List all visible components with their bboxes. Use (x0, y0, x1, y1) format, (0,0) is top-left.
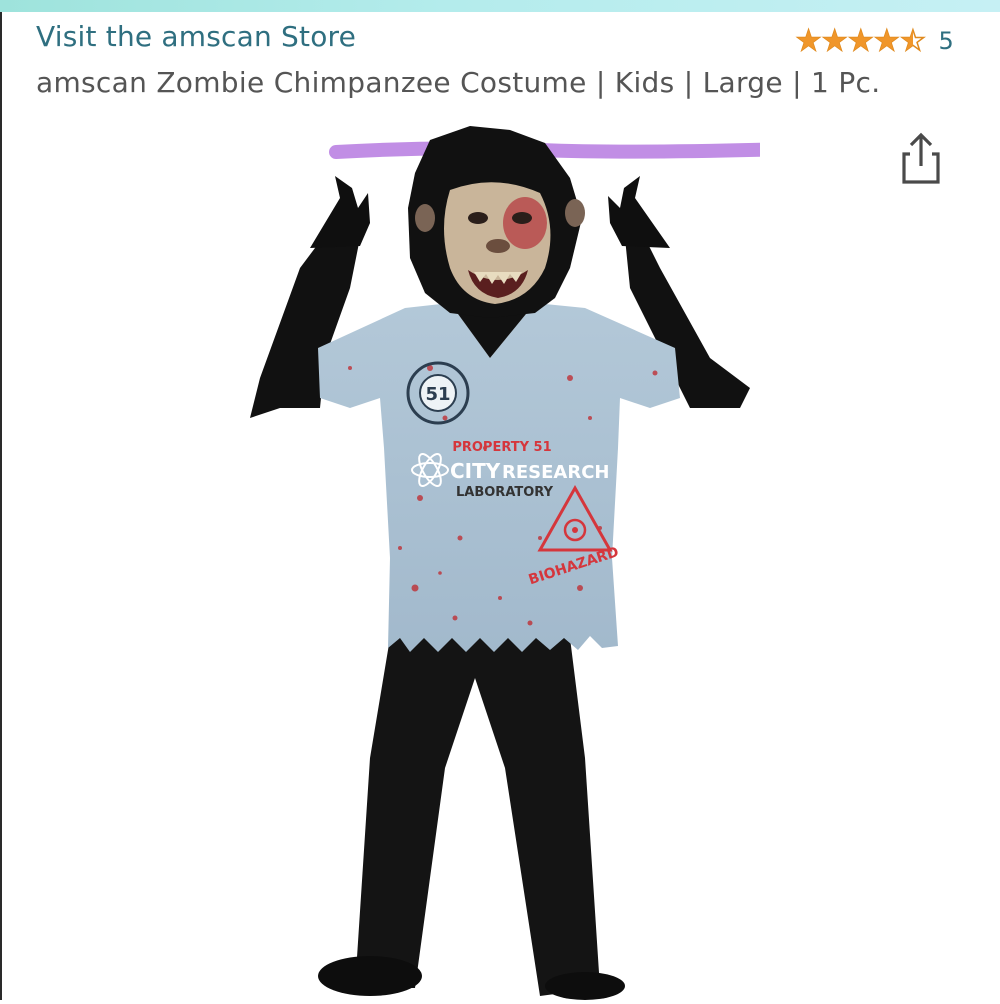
share-button[interactable] (896, 130, 946, 186)
frame-edge (0, 12, 2, 1000)
rating-count[interactable]: 5 (939, 27, 954, 55)
star-rating: ★★★★★ ★★★★★ (795, 26, 927, 56)
costume-pants (355, 638, 600, 996)
rating-widget[interactable]: ★★★★★ ★★★★★ 5 (795, 24, 954, 58)
shirt-print-lab: LABORATORY (456, 485, 554, 500)
svg-text:51: 51 (425, 384, 450, 405)
star-icon-fill: ★★★★★ (796, 27, 913, 55)
right-eye (512, 212, 532, 224)
left-ear (415, 204, 435, 232)
share-icon (902, 132, 940, 184)
right-shoe (545, 972, 625, 1000)
visit-store-link[interactable]: Visit the amscan Store (36, 20, 356, 53)
right-ear (565, 199, 585, 227)
shirt-print-line1: PROPERTY 51 (452, 440, 551, 455)
product-image[interactable]: 51 PROPERTY 51 CITY RESEARCH LABORATORY … (240, 118, 827, 1000)
costume-photo: 51 PROPERTY 51 CITY RESEARCH LABORATORY … (250, 126, 827, 1000)
shirt-print-research: RESEARCH (502, 462, 609, 483)
left-eye (468, 212, 488, 224)
left-shoe (318, 956, 422, 996)
nose (486, 239, 510, 253)
shirt-print-city: CITY (450, 459, 501, 483)
top-gradient-bar (0, 0, 1000, 12)
left-hand (310, 176, 370, 248)
right-hand (608, 176, 670, 248)
product-title: amscan Zombie Chimpanzee Costume | Kids … (36, 66, 881, 99)
